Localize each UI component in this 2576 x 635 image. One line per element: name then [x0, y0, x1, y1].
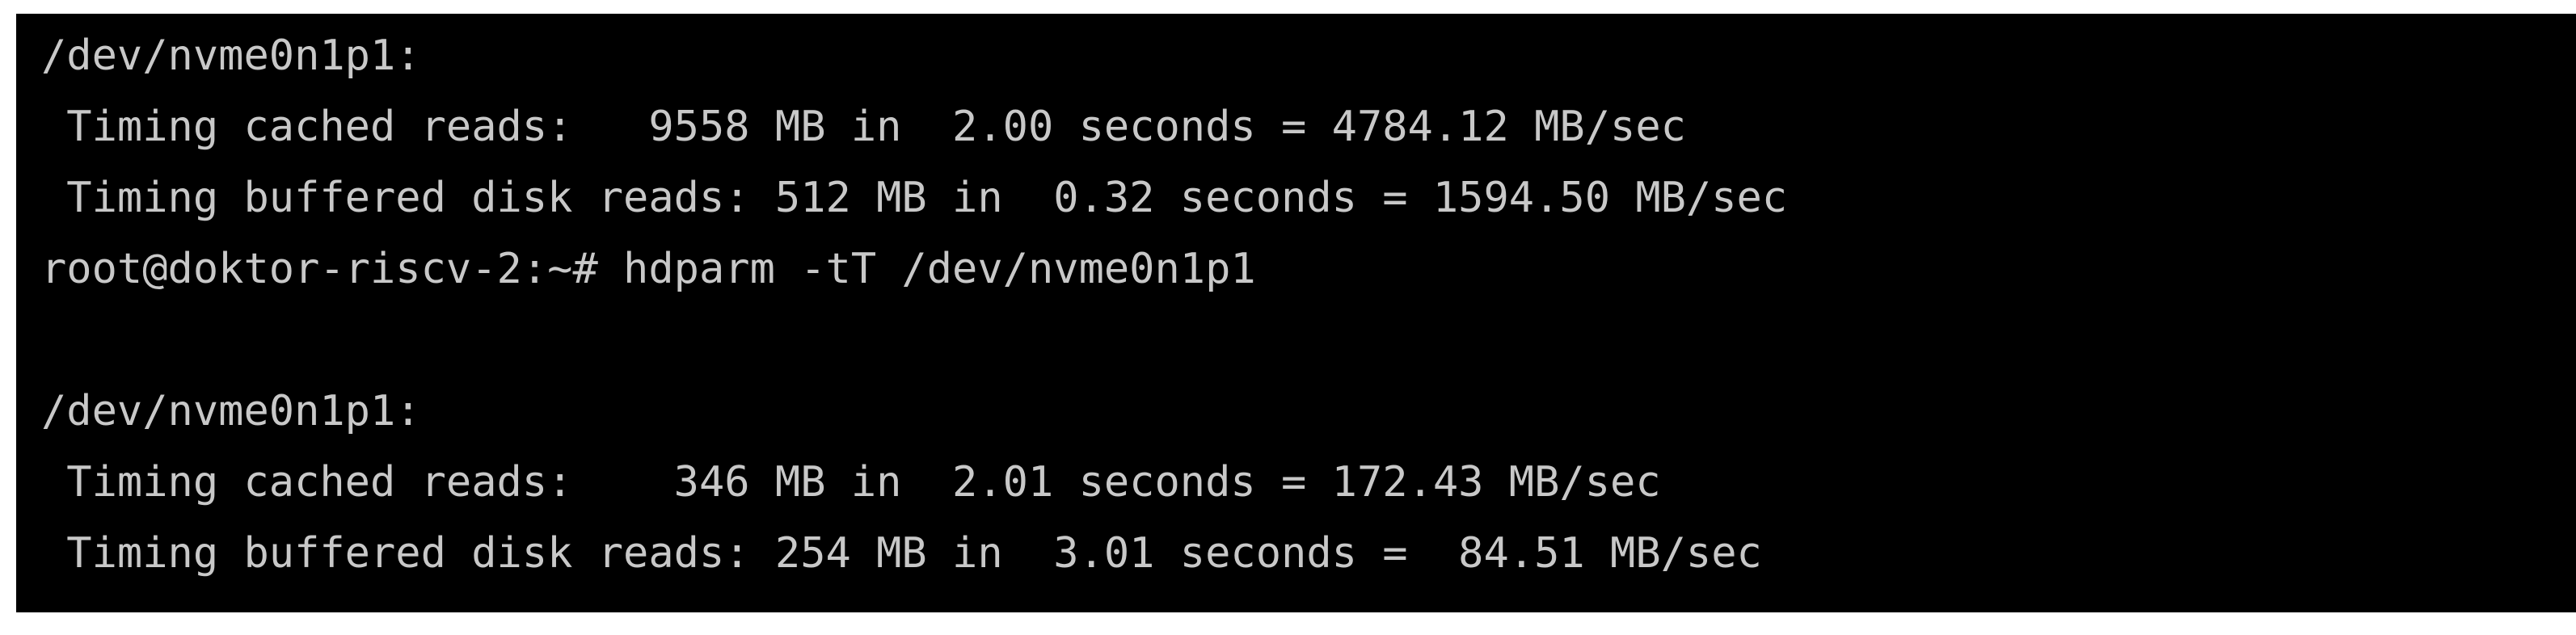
terminal-line-buffered-reads-1: Timing buffered disk reads: 512 MB in 0.…	[41, 174, 1788, 222]
terminal-line-device-header-1: /dev/nvme0n1p1:	[41, 32, 421, 80]
terminal-output[interactable]: /dev/nvme0n1p1: Timing cached reads: 955…	[41, 20, 2563, 589]
screenshot-root: /dev/nvme0n1p1: Timing cached reads: 955…	[0, 0, 2576, 635]
terminal-line-cached-reads-1: Timing cached reads: 9558 MB in 2.00 sec…	[41, 103, 1686, 151]
terminal-line-device-header-2: /dev/nvme0n1p1:	[41, 387, 421, 435]
terminal-line-buffered-reads-2: Timing buffered disk reads: 254 MB in 3.…	[41, 529, 1762, 578]
terminal-line-blank-1	[41, 305, 2563, 376]
terminal-window[interactable]: /dev/nvme0n1p1: Timing cached reads: 955…	[16, 14, 2576, 612]
terminal-line-prompt-command[interactable]: root@doktor-riscv-2:~# hdparm -tT /dev/n…	[41, 233, 2563, 305]
terminal-line-cached-reads-2: Timing cached reads: 346 MB in 2.01 seco…	[41, 458, 1661, 507]
